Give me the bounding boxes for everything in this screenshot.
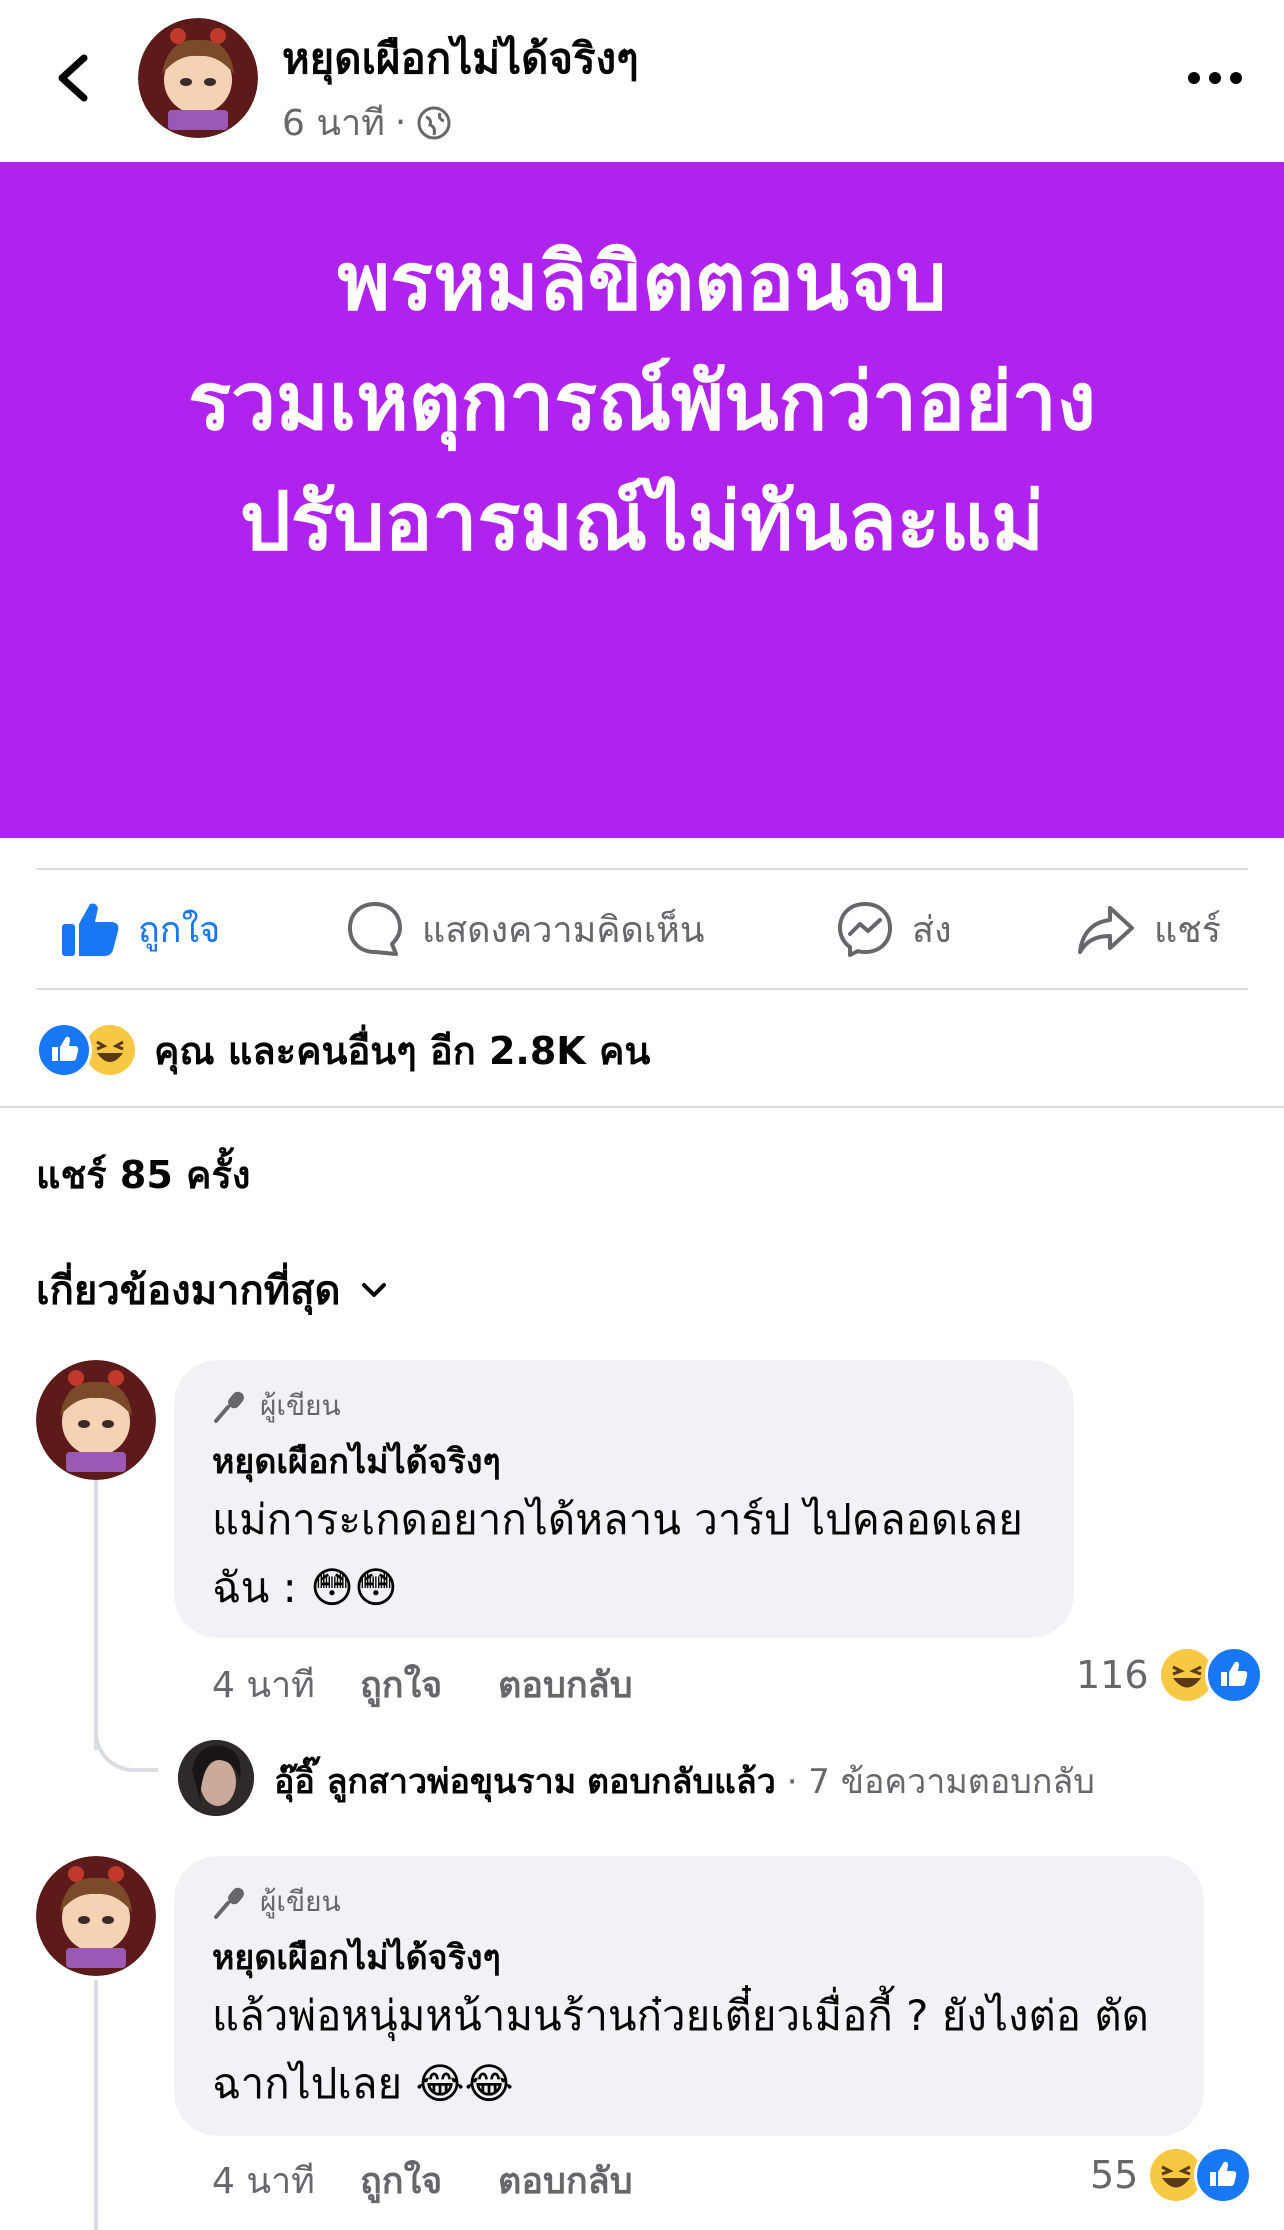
comment-bubble[interactable]: ผู้เขียน หยุดเผือกไม่ได้จริงๆ แม่การะเกด… — [174, 1360, 1074, 1638]
comment-text-line: ฉากไปเลย 😂😂 — [212, 2059, 514, 2108]
comment-like-button[interactable]: ถูกใจ — [360, 1656, 498, 1713]
share-label: แชร์ — [1154, 909, 1221, 951]
comment-text-line: แม่การะเกดอยากได้หลาน วาร์ป ไปคลอดเลย — [212, 1495, 1023, 1544]
comment-text: แม่การะเกดอยากได้หลาน วาร์ป ไปคลอดเลย ฉั… — [212, 1486, 1023, 1622]
sort-label: เกี่ยวข้องมากที่สุด — [36, 1268, 341, 1314]
thread-connector — [94, 1700, 158, 1772]
more-options-button[interactable] — [1180, 58, 1250, 98]
comment-button[interactable]: แสดงความคิดเห็น — [346, 870, 704, 988]
comment-author-name[interactable]: หยุดเผือกไม่ได้จริงๆ — [212, 1434, 501, 1488]
microphone-icon — [214, 1391, 244, 1423]
like-label: ถูกใจ — [138, 909, 221, 951]
divider — [36, 988, 1248, 990]
chevron-down-icon — [361, 1283, 386, 1297]
back-button[interactable] — [48, 48, 98, 108]
comment-label: แสดงความคิดเห็น — [422, 909, 705, 951]
comment-reactions[interactable]: 116 — [1076, 1646, 1263, 1704]
comment-sort-select[interactable]: เกี่ยวข้องมากที่สุด — [36, 1258, 389, 1322]
comment-time: 4 นาที — [212, 1665, 315, 1706]
replied-action: ตอบกลับแล้ว — [586, 1762, 776, 1802]
post-time: 6 นาที — [282, 103, 385, 144]
author-badge: ผู้เขียน — [212, 1880, 341, 1924]
comment-like-button[interactable]: ถูกใจ — [360, 2152, 498, 2209]
comment-reply-button[interactable]: ตอบกลับ — [498, 1656, 633, 1713]
comment-reaction-count: 116 — [1076, 1653, 1149, 1697]
more-horizontal-icon — [1188, 72, 1242, 84]
microphone-icon — [214, 1887, 244, 1919]
chevron-left-icon — [58, 54, 88, 102]
reactions-summary-text: คุณ และคนอื่นๆ อีก 2.8K คน — [154, 1028, 651, 1073]
commenter-avatar[interactable] — [36, 1360, 156, 1480]
share-button[interactable]: แชร์ — [1076, 870, 1221, 988]
replier-name: อุ๊อิ๊ ลูกสาวพ่อขุนราม — [274, 1762, 577, 1802]
like-reaction-icon — [1204, 1646, 1263, 1704]
like-reaction-icon — [36, 1022, 92, 1078]
like-button[interactable]: ถูกใจ — [60, 870, 220, 988]
post-text: พรหมลิขิตตอนจบ รวมเหตุการณ์พันกว่าอย่าง … — [0, 222, 1284, 582]
page-name[interactable]: หยุดเผือกไม่ได้จริงๆ — [282, 26, 639, 92]
page-avatar[interactable] — [138, 18, 258, 138]
post-text-line: ปรับอารมณ์ไม่ทันละแม่ — [239, 475, 1045, 568]
messenger-icon — [838, 902, 892, 957]
post-text-line: รวมเหตุการณ์พันกว่าอย่าง — [188, 355, 1096, 448]
shares-count[interactable]: แชร์ 85 ครั้ง — [36, 1144, 250, 1205]
author-badge-label: ผู้เขียน — [260, 1885, 341, 1918]
divider — [0, 1106, 1284, 1108]
comment-text-line: ฉัน : 😳😳 — [212, 1563, 398, 1612]
globe-icon — [417, 106, 451, 139]
meta-separator: · — [394, 102, 407, 143]
reactions-summary[interactable]: คุณ และคนอื่นๆ อีก 2.8K คน — [36, 1018, 650, 1082]
thumbs-up-icon — [62, 903, 119, 956]
reply-count: · 7 ข้อความตอบกลับ — [786, 1762, 1095, 1802]
comment-text: แล้วพ่อหนุ่มหน้ามนร้านก๋วยเตี๋ยวเมื่อกี้… — [212, 1982, 1149, 2118]
comment-bubble[interactable]: ผู้เขียน หยุดเผือกไม่ได้จริงๆ แล้วพ่อหนุ… — [174, 1856, 1204, 2136]
comment-reactions[interactable]: 55 — [1090, 2146, 1253, 2204]
comment-text-line: แล้วพ่อหนุ่มหน้ามนร้านก๋วยเตี๋ยวเมื่อกี้… — [212, 1991, 1149, 2040]
comment-meta: 4 นาที ถูกใจ ตอบกลับ — [212, 1656, 633, 1713]
thread-line — [94, 1980, 98, 2230]
replier-avatar[interactable] — [178, 1740, 254, 1816]
post-content[interactable]: พรหมลิขิตตอนจบ รวมเหตุการณ์พันกว่าอย่าง … — [0, 162, 1284, 838]
commenter-avatar[interactable] — [36, 1856, 156, 1976]
comment-reply-button[interactable]: ตอบกลับ — [498, 2152, 633, 2209]
share-arrow-icon — [1078, 906, 1134, 954]
post-action-bar: ถูกใจ แสดงความคิดเห็น ส่ง แชร์ — [36, 870, 1248, 988]
post-text-line: พรหมลิขิตตอนจบ — [337, 235, 947, 328]
send-label: ส่ง — [912, 909, 952, 951]
post-meta: 6 นาที · — [282, 94, 452, 151]
comment-meta: 4 นาที ถูกใจ ตอบกลับ — [212, 2152, 633, 2209]
comment-icon — [348, 902, 402, 956]
author-badge: ผู้เขียน — [212, 1384, 341, 1428]
like-reaction-icon — [1194, 2146, 1253, 2204]
author-badge-label: ผู้เขียน — [260, 1389, 341, 1422]
comment-reaction-count: 55 — [1090, 2153, 1139, 2197]
reply-summary[interactable]: อุ๊อิ๊ ลูกสาวพ่อขุนราม ตอบกลับแล้ว · 7 ข… — [274, 1754, 1095, 1808]
comment-time: 4 นาที — [212, 2161, 315, 2202]
post-header: หยุดเผือกไม่ได้จริงๆ 6 นาที · — [0, 0, 1284, 162]
send-button[interactable]: ส่ง — [836, 870, 952, 988]
comment-author-name[interactable]: หยุดเผือกไม่ได้จริงๆ — [212, 1930, 501, 1984]
